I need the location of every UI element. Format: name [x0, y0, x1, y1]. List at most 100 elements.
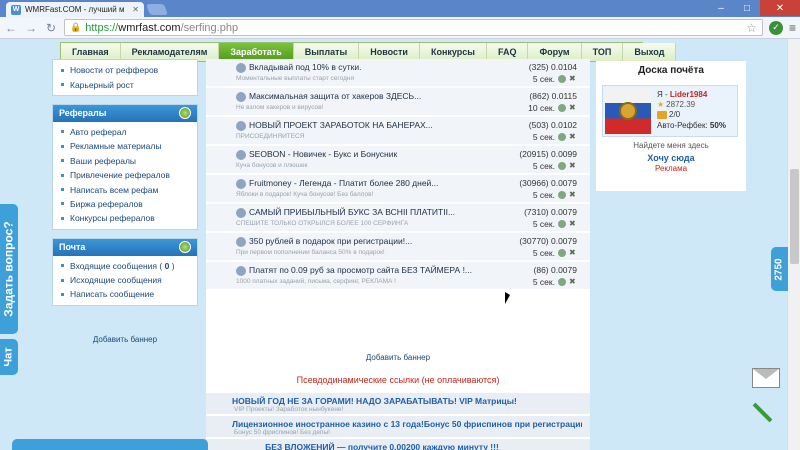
- bottom-widget-tab[interactable]: [12, 439, 208, 450]
- hide-icon[interactable]: ✖: [569, 220, 577, 228]
- sidebar-item-label: Ваши рефералы: [70, 155, 137, 166]
- address-bar[interactable]: 🔒 https://wmrfast.com/serfing.php ☆: [64, 19, 763, 36]
- serfing-time: 5 сек. ✖: [533, 248, 577, 258]
- honor-badge: 2/0: [657, 110, 680, 119]
- reload-icon[interactable]: ↻: [44, 21, 58, 35]
- window-close-icon[interactable]: ✕: [760, 0, 800, 16]
- activate-icon[interactable]: [558, 75, 566, 83]
- bullet-icon: [61, 68, 64, 72]
- pseudo-link-row[interactable]: Лицензионное иностранное казино с 13 год…: [206, 416, 590, 438]
- serfing-title[interactable]: 350 рублей в подарок при регистрации!...: [249, 236, 509, 246]
- sidebar-item[interactable]: Написать сообщение: [53, 287, 197, 301]
- serfing-title[interactable]: Платят по 0.09 руб за просмотр сайта БЕЗ…: [249, 265, 509, 275]
- serfing-time: 5 сек. ✖: [533, 161, 577, 171]
- hide-icon[interactable]: ✖: [569, 249, 577, 257]
- new-tab-button[interactable]: [145, 4, 169, 15]
- activate-icon[interactable]: [558, 249, 566, 257]
- add-banner-link[interactable]: Добавить баннер: [52, 335, 198, 344]
- hide-icon[interactable]: ✖: [569, 104, 577, 112]
- pseudo-link-row[interactable]: _______БЕЗ ВЛОЖЕНИЙ — получите 0.00200 к…: [206, 439, 590, 450]
- chat-tab[interactable]: Чат: [0, 339, 18, 375]
- serfing-row[interactable]: SEOBON - Новичек - Букс и Бонусник Куча б…: [206, 146, 590, 174]
- activate-icon[interactable]: [558, 278, 566, 286]
- sidebar-item-inbox[interactable]: Входящие сообщения ( 0 ): [53, 259, 197, 273]
- page-scrollbar[interactable]: [787, 39, 800, 450]
- sidebar-item[interactable]: Биржа рефералов: [53, 197, 197, 211]
- activate-icon[interactable]: [558, 220, 566, 228]
- sidebar-item[interactable]: Исходящие сообщения: [53, 273, 197, 287]
- site-icon: [236, 92, 246, 102]
- online-counter-tab[interactable]: 2750: [771, 247, 788, 291]
- serfing-row[interactable]: Платят по 0.09 руб за просмотр сайта БЕЗ…: [206, 262, 590, 290]
- want-here-link[interactable]: Хочу сюда: [596, 153, 746, 163]
- sidebar-item[interactable]: Авто реферал: [53, 125, 197, 139]
- hide-icon[interactable]: ✖: [569, 162, 577, 170]
- minimize-icon[interactable]: –: [708, 0, 734, 16]
- extension-icon[interactable]: ✓: [768, 20, 783, 35]
- pseudo-link-title[interactable]: НОВЫЙ ГОД НЕ ЗА ГОРАМИ! НАДО ЗАРАБАТЫВАТ…: [232, 396, 582, 406]
- sidebar-item[interactable]: Привлечение рефералов: [53, 168, 197, 182]
- serfing-description: Яблоки в подарок! Куча бонусов! Без балл…: [236, 191, 374, 198]
- honor-username[interactable]: Lider1984: [670, 90, 707, 99]
- serfing-title[interactable]: SEOBON - Новичек - Букс и Бонусник: [249, 149, 509, 159]
- add-banner-main-link[interactable]: Добавить баннер: [206, 353, 590, 362]
- serfing-time-value: 5 сек.: [532, 248, 555, 258]
- pseudo-link-title[interactable]: _______БЕЗ ВЛОЖЕНИЙ — получите 0.00200 к…: [232, 442, 582, 450]
- honor-me-label: Я -: [657, 90, 668, 99]
- referrals-title: Рефералы: [59, 108, 107, 119]
- serfing-title[interactable]: НОВЫЙ ПРОЕКТ ЗАРАБОТОК НА БАНЕРАХ...: [249, 120, 509, 130]
- pen-icon[interactable]: [752, 402, 773, 423]
- pseudo-link-row[interactable]: НОВЫЙ ГОД НЕ ЗА ГОРАМИ! НАДО ЗАРАБАТЫВАТ…: [206, 393, 590, 415]
- sidebar-item-label: Привлечение рефералов: [70, 170, 170, 181]
- sidebar-item-label: Новости от рефферов: [70, 65, 159, 76]
- hide-icon[interactable]: ✖: [569, 75, 577, 83]
- scrollbar-thumb[interactable]: [790, 169, 799, 264]
- serfing-title[interactable]: САМЫЙ ПРИБЫЛЬНЫЙ БУКС ЗА ВСНІІ ПЛАТИТІІ.…: [249, 207, 509, 217]
- globe-icon: [179, 107, 191, 120]
- browser-tab-strip: W WMRFast.COM - лучший м ✕ – □ ✕: [0, 0, 800, 17]
- honor-user: Я - Lider1984: [657, 90, 707, 99]
- serfing-description: Не взлом хакеров и вирусов!: [236, 104, 324, 111]
- url-host: wmrfast.com: [118, 21, 181, 34]
- serfing-row[interactable]: Fruitmoney - Легенда - Платит более 280 …: [206, 175, 590, 203]
- bookmark-star-icon[interactable]: ☆: [746, 21, 757, 35]
- activate-icon[interactable]: [558, 104, 566, 112]
- sidebar-item[interactable]: Карьерный рост: [53, 77, 197, 91]
- hide-icon[interactable]: ✖: [569, 278, 577, 286]
- serfing-row[interactable]: 350 рублей в подарок при регистрации!...…: [206, 233, 590, 261]
- browser-tab[interactable]: W WMRFast.COM - лучший м ✕: [6, 2, 144, 17]
- forward-icon[interactable]: →: [24, 21, 38, 35]
- site-icon: [236, 179, 246, 189]
- sidebar-item[interactable]: Новости от рефферов: [53, 63, 197, 77]
- inbox-label: Входящие сообщения (: [70, 260, 163, 271]
- back-icon[interactable]: ←: [4, 21, 18, 35]
- menu-icon[interactable]: ≡: [789, 21, 796, 35]
- hide-icon[interactable]: ✖: [569, 191, 577, 199]
- activate-icon[interactable]: [558, 191, 566, 199]
- mail-icon[interactable]: [752, 368, 780, 388]
- serfing-row[interactable]: Максимальная защита от хакеров ЗДЕСЬ... Н…: [206, 88, 590, 116]
- serfing-time-value: 10 сек.: [528, 103, 555, 113]
- sidebar-item[interactable]: Написать всем рефам: [53, 182, 197, 196]
- serfing-row[interactable]: САМЫЙ ПРИБЫЛЬНЫЙ БУКС ЗА ВСНІІ ПЛАТИТІІ.…: [206, 204, 590, 232]
- sidebar-item[interactable]: Рекламные материалы: [53, 139, 197, 153]
- nav-item[interactable]: Выход: [623, 43, 677, 61]
- sidebar-item[interactable]: Ваши рефералы: [53, 154, 197, 168]
- activate-icon[interactable]: [558, 133, 566, 141]
- serfing-title[interactable]: Fruitmoney - Легенда - Платит более 280 …: [249, 178, 509, 188]
- hide-icon[interactable]: ✖: [569, 133, 577, 141]
- serfing-title[interactable]: Вкладывай под 10% в сутки.: [249, 62, 509, 72]
- maximize-icon[interactable]: □: [734, 0, 760, 16]
- serfing-time-value: 5 сек.: [532, 74, 555, 84]
- honor-card[interactable]: Я - Lider1984 ★ 2872.39 2/0 Авто-Рефбек: …: [602, 85, 738, 137]
- pseudo-link-title[interactable]: Лицензионное иностранное казино с 13 год…: [232, 419, 582, 429]
- activate-icon[interactable]: [558, 162, 566, 170]
- serfing-row[interactable]: Вкладывай под 10% в сутки. Моментальные в…: [206, 59, 590, 87]
- serfing-row[interactable]: НОВЫЙ ПРОЕКТ ЗАРАБОТОК НА БАНЕРАХ... ПРИС…: [206, 117, 590, 145]
- ask-question-tab[interactable]: Задать вопрос?: [0, 204, 18, 334]
- main-content: Вкладывай под 10% в сутки. Моментальные в…: [206, 59, 590, 450]
- serfing-title[interactable]: Максимальная защита от хакеров ЗДЕСЬ...: [249, 91, 509, 101]
- sidebar-item[interactable]: Конкурсы рефералов: [53, 211, 197, 225]
- close-tab-icon[interactable]: ✕: [132, 5, 139, 14]
- sidebar-item-label: Биржа рефералов: [70, 198, 143, 209]
